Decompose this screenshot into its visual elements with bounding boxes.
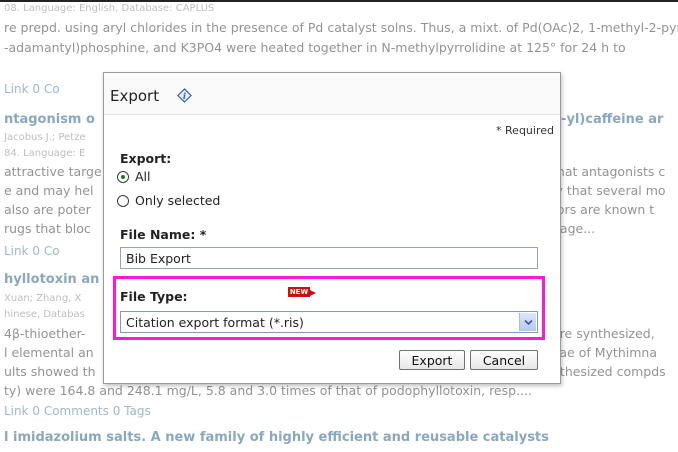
export-dialog: Export i * Required Export: All Only sel…: [103, 72, 561, 384]
dialog-title: Export: [110, 87, 160, 105]
file-name-input[interactable]: Bib Export: [120, 247, 538, 269]
export-button[interactable]: Export: [399, 350, 465, 370]
export-label: Export:: [120, 151, 172, 166]
radio-button-unchecked[interactable]: [117, 194, 129, 207]
info-icon[interactable]: i: [177, 88, 192, 103]
chevron-down-icon: [523, 319, 533, 325]
cancel-button[interactable]: Cancel: [470, 350, 538, 370]
file-name-label: File Name: *: [120, 227, 207, 242]
radio-all-label: All: [135, 169, 151, 184]
radio-only-selected[interactable]: Only selected: [117, 193, 220, 208]
radio-all[interactable]: All: [117, 169, 151, 184]
dialog-header: Export i: [104, 73, 560, 115]
required-note: * Required: [496, 124, 554, 137]
radio-button-checked[interactable]: [117, 170, 129, 183]
svg-text:i: i: [183, 91, 186, 101]
dropdown-button[interactable]: [519, 313, 536, 331]
file-type-label: File Type:: [120, 289, 188, 304]
new-badge-tail: [310, 290, 316, 296]
file-type-select[interactable]: Citation export format (*.ris): [120, 311, 538, 333]
file-type-selected-value: Citation export format (*.ris): [126, 315, 304, 330]
new-badge: NEW: [288, 287, 310, 297]
radio-only-selected-label: Only selected: [135, 193, 221, 208]
